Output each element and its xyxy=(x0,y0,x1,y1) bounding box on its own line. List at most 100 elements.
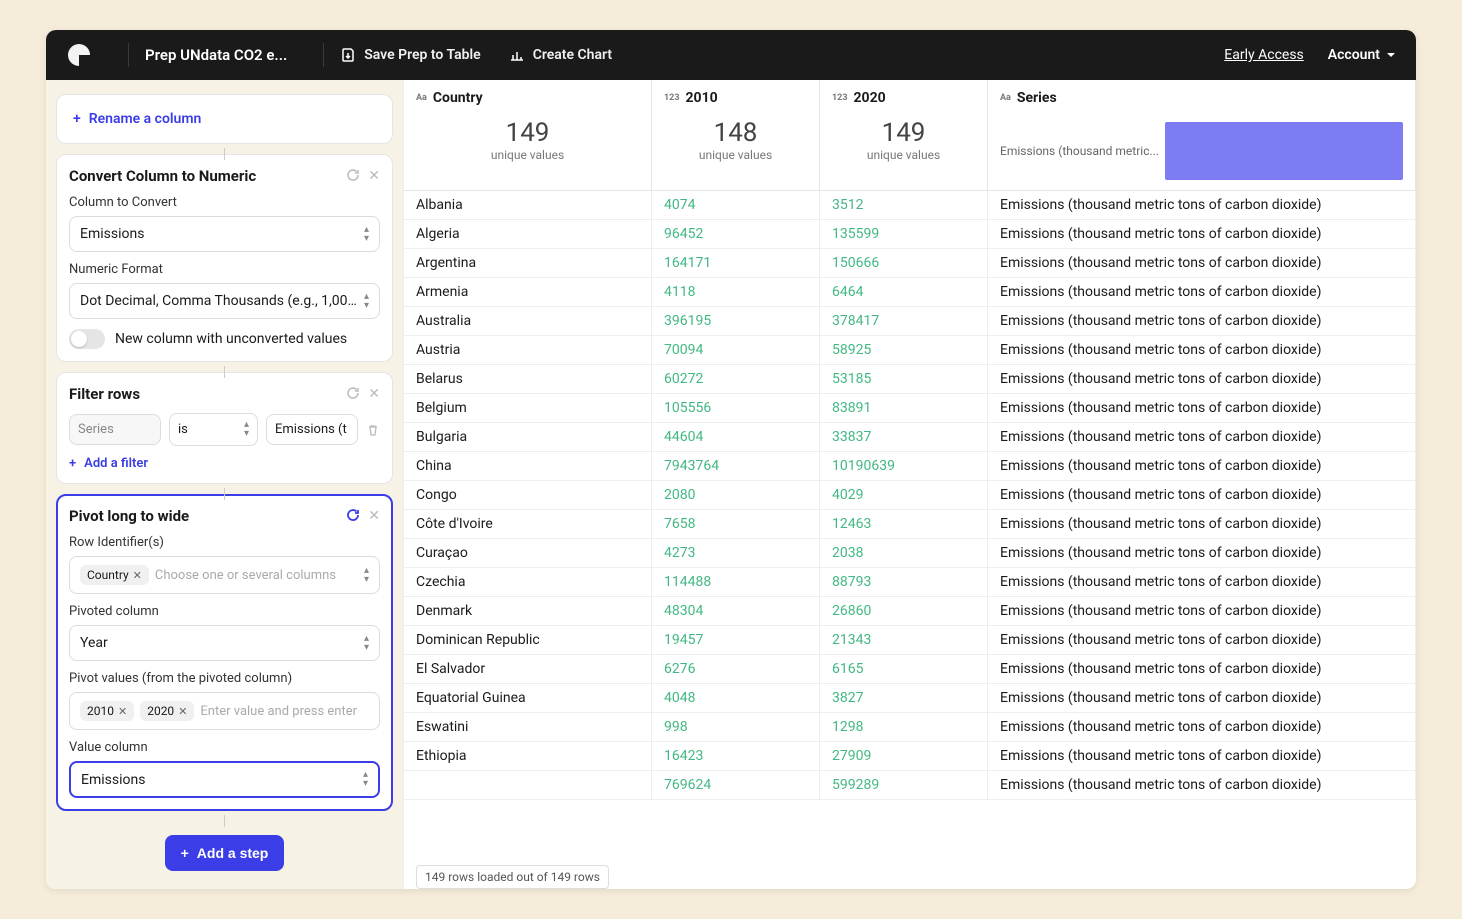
col-2020-count: 149 xyxy=(832,118,975,148)
cell-2020: 58925 xyxy=(820,336,988,364)
value-col-label: Value column xyxy=(69,740,380,755)
cell-country: Australia xyxy=(404,307,652,335)
cell-2020: 12463 xyxy=(820,510,988,538)
pivot-values-input[interactable]: 2010 ✕ 2020 ✕ Enter value and press ente… xyxy=(69,692,380,730)
refresh-icon[interactable] xyxy=(346,386,360,402)
table-row[interactable]: Armenia41186464Emissions (thousand metri… xyxy=(404,278,1416,307)
col-2010-count: 148 xyxy=(664,118,807,148)
refresh-icon[interactable] xyxy=(346,508,360,524)
value-col-select[interactable]: Emissions ▴▾ xyxy=(69,761,380,798)
refresh-icon[interactable] xyxy=(346,168,360,184)
save-icon xyxy=(340,47,356,63)
cell-2020: 53185 xyxy=(820,365,988,393)
chip-remove-icon[interactable]: ✕ xyxy=(178,705,187,718)
convert-column-card: Convert Column to Numeric ✕ Column to Co… xyxy=(56,154,393,362)
table-row[interactable]: Belgium10555683891Emissions (thousand me… xyxy=(404,394,1416,423)
cell-2020: 135599 xyxy=(820,220,988,248)
col-series-label[interactable]: Series xyxy=(1017,90,1057,106)
save-prep-button[interactable]: Save Prep to Table xyxy=(340,47,480,63)
chip-label: Country xyxy=(87,568,129,582)
table-row[interactable]: Côte d'Ivoire765812463Emissions (thousan… xyxy=(404,510,1416,539)
col-2010-stat-label: unique values xyxy=(664,148,807,162)
table-row[interactable]: Czechia11448888793Emissions (thousand me… xyxy=(404,568,1416,597)
table-row[interactable]: Algeria96452135599Emissions (thousand me… xyxy=(404,220,1416,249)
pivot-chip-2020[interactable]: 2020 ✕ xyxy=(140,701,194,721)
cell-2020: 83891 xyxy=(820,394,988,422)
create-chart-button[interactable]: Create Chart xyxy=(509,47,612,63)
row-id-placeholder: Choose one or several columns xyxy=(155,568,336,583)
cell-2020: 88793 xyxy=(820,568,988,596)
table-row[interactable]: Denmark4830426860Emissions (thousand met… xyxy=(404,597,1416,626)
cell-2010: 7943764 xyxy=(652,452,820,480)
table-row[interactable]: Curaçao42732038Emissions (thousand metri… xyxy=(404,539,1416,568)
table-row[interactable]: Belarus6027253185Emissions (thousand met… xyxy=(404,365,1416,394)
cell-2020: 10190639 xyxy=(820,452,988,480)
cell-2010: 70094 xyxy=(652,336,820,364)
col-2020-label[interactable]: 2020 xyxy=(854,90,886,106)
chip-remove-icon[interactable]: ✕ xyxy=(133,569,142,582)
cell-2010: 19457 xyxy=(652,626,820,654)
close-icon[interactable]: ✕ xyxy=(368,508,380,524)
add-step-button[interactable]: + Add a step xyxy=(165,835,285,871)
account-menu[interactable]: Account xyxy=(1328,47,1396,63)
cell-2020: 6464 xyxy=(820,278,988,306)
cell-series: Emissions (thousand metric tons of carbo… xyxy=(988,249,1416,277)
close-icon[interactable]: ✕ xyxy=(368,386,380,402)
rename-column-card[interactable]: + Rename a column xyxy=(56,94,393,144)
cell-country: Austria xyxy=(404,336,652,364)
cell-2010: 4118 xyxy=(652,278,820,306)
col-2010-label[interactable]: 2010 xyxy=(686,90,718,106)
table-row[interactable]: Eswatini9981298Emissions (thousand metri… xyxy=(404,713,1416,742)
filter-op-select[interactable]: is ▴▾ xyxy=(169,413,258,446)
cell-2010: 4273 xyxy=(652,539,820,567)
col-country-count: 149 xyxy=(416,118,639,148)
table-row[interactable]: China794376410190639Emissions (thousand … xyxy=(404,452,1416,481)
pivot-chip-2010[interactable]: 2010 ✕ xyxy=(80,701,134,721)
early-access-link[interactable]: Early Access xyxy=(1224,47,1303,63)
table-row[interactable]: Australia396195378417Emissions (thousand… xyxy=(404,307,1416,336)
col-2020-stat-label: unique values xyxy=(832,148,975,162)
updown-icon: ▴▾ xyxy=(244,421,249,438)
trash-icon[interactable] xyxy=(366,423,380,437)
doc-title[interactable]: Prep UNdata CO2 e... xyxy=(145,46,287,64)
cell-2020: 1298 xyxy=(820,713,988,741)
type-text-icon: Aa xyxy=(1000,93,1011,103)
add-filter-button[interactable]: + Add a filter xyxy=(69,456,380,471)
table-header: AaCountry 149unique values 1232010 148un… xyxy=(404,80,1416,191)
cell-country: El Salvador xyxy=(404,655,652,683)
pivoted-col-select[interactable]: Year ▴▾ xyxy=(69,625,380,661)
cell-series: Emissions (thousand metric tons of carbo… xyxy=(988,452,1416,480)
table-row[interactable]: Albania40743512Emissions (thousand metri… xyxy=(404,191,1416,220)
chip-remove-icon[interactable]: ✕ xyxy=(118,705,127,718)
table-row[interactable]: Austria7009458925Emissions (thousand met… xyxy=(404,336,1416,365)
updown-icon: ▴▾ xyxy=(364,226,369,243)
filter-value[interactable]: Emissions (t xyxy=(266,414,358,445)
account-label: Account xyxy=(1328,47,1380,63)
create-chart-label: Create Chart xyxy=(533,47,612,63)
filter-field[interactable]: Series xyxy=(69,414,161,445)
table-row[interactable]: Dominican Republic1945721343Emissions (t… xyxy=(404,626,1416,655)
col-country-label[interactable]: Country xyxy=(433,90,483,106)
cell-series: Emissions (thousand metric tons of carbo… xyxy=(988,626,1416,654)
unconverted-toggle[interactable] xyxy=(69,329,105,349)
cell-series: Emissions (thousand metric tons of carbo… xyxy=(988,191,1416,219)
row-id-select[interactable]: Country ✕ Choose one or several columns … xyxy=(69,556,380,594)
col-convert-select[interactable]: Emissions ▴▾ xyxy=(69,216,380,252)
cell-country: Bulgaria xyxy=(404,423,652,451)
table-row[interactable]: Ethiopia1642327909Emissions (thousand me… xyxy=(404,742,1416,771)
numeric-format-select[interactable]: Dot Decimal, Comma Thousands (e.g., 1,00… xyxy=(69,283,380,319)
series-preview-text: Emissions (thousand metric... xyxy=(1000,144,1159,158)
table-row[interactable]: Bulgaria4460433837Emissions (thousand me… xyxy=(404,423,1416,452)
app-logo[interactable] xyxy=(66,42,92,68)
row-id-chip[interactable]: Country ✕ xyxy=(80,565,149,585)
table-row[interactable]: Congo20804029Emissions (thousand metric … xyxy=(404,481,1416,510)
table-row[interactable]: El Salvador62766165Emissions (thousand m… xyxy=(404,655,1416,684)
table-row[interactable]: Argentina164171150666Emissions (thousand… xyxy=(404,249,1416,278)
cell-series: Emissions (thousand metric tons of carbo… xyxy=(988,481,1416,509)
close-icon[interactable]: ✕ xyxy=(368,168,380,184)
plus-icon: + xyxy=(181,845,189,861)
table-row[interactable]: 769624599289Emissions (thousand metric t… xyxy=(404,771,1416,800)
table-row[interactable]: Equatorial Guinea40483827Emissions (thou… xyxy=(404,684,1416,713)
cell-series: Emissions (thousand metric tons of carbo… xyxy=(988,771,1416,799)
cell-2020: 26860 xyxy=(820,597,988,625)
